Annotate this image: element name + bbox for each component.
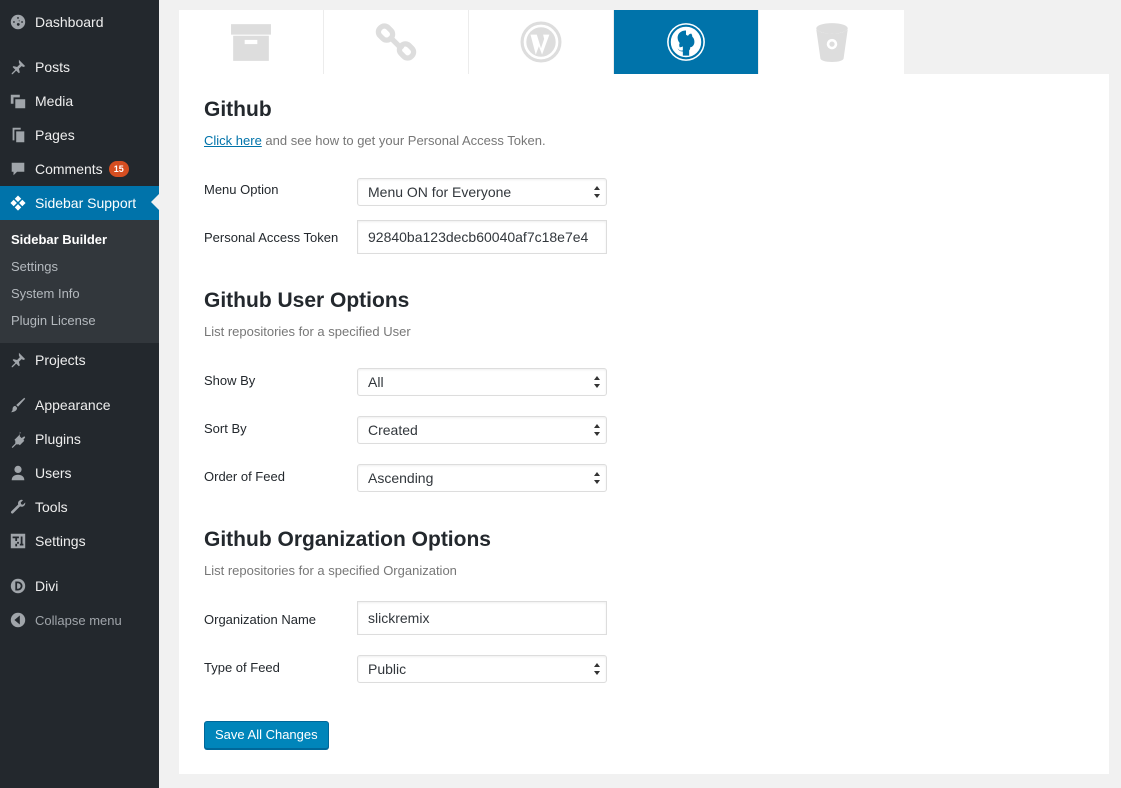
save-all-changes-button[interactable]: Save All Changes	[204, 721, 329, 749]
menu-divi[interactable]: Divi	[0, 569, 159, 603]
menu-label: Settings	[35, 533, 86, 549]
pin-icon	[8, 350, 28, 370]
collapse-arrow-icon	[8, 610, 28, 630]
org-options-desc: List repositories for a specified Organi…	[204, 563, 457, 578]
token-help-text: Click here and see how to get your Perso…	[204, 133, 546, 148]
menu-projects[interactable]: Projects	[0, 343, 159, 377]
select-arrows-icon	[594, 472, 600, 484]
submenu-sidebar-builder[interactable]: Sidebar Builder	[0, 229, 159, 256]
divi-icon	[8, 576, 28, 596]
menu-appearance[interactable]: Appearance	[0, 388, 159, 422]
type-of-feed-select[interactable]: Public	[357, 655, 607, 683]
tab-wordpress[interactable]	[469, 10, 614, 74]
click-here-link[interactable]: Click here	[204, 133, 262, 148]
sidebar-support-icon	[8, 193, 28, 213]
user-options-desc: List repositories for a specified User	[204, 324, 411, 339]
personal-access-token-input[interactable]: 92840ba123decb60040af7c18e7e4	[357, 220, 607, 254]
select-value: Public	[368, 661, 407, 677]
tab-github[interactable]	[614, 10, 759, 74]
select-value: Created	[368, 422, 418, 438]
sort-by-select[interactable]: Created	[357, 416, 607, 444]
comment-count-badge: 15	[108, 161, 129, 177]
admin-sidebar: Dashboard Posts Media Pages Comments 15 …	[0, 0, 159, 788]
settings-icon	[8, 531, 28, 551]
menu-label: Pages	[35, 127, 75, 143]
menu-label: Divi	[35, 578, 59, 594]
menu-label: Comments	[35, 161, 103, 177]
comment-icon	[8, 159, 28, 179]
org-name-label: Organization Name	[204, 612, 316, 627]
pin-icon	[8, 57, 28, 77]
page-title: Github	[204, 98, 272, 121]
menu-label: Appearance	[35, 397, 111, 413]
select-arrows-icon	[594, 376, 600, 388]
submenu-plugin-license[interactable]: Plugin License	[0, 310, 159, 337]
select-arrows-icon	[594, 186, 600, 198]
menu-option-select[interactable]: Menu ON for Everyone	[357, 178, 607, 206]
select-arrows-icon	[594, 663, 600, 675]
submenu-settings[interactable]: Settings	[0, 256, 159, 283]
dashboard-icon	[8, 12, 28, 32]
menu-label: Dashboard	[35, 14, 104, 30]
menu-label: Users	[35, 465, 72, 481]
user-options-title: Github User Options	[204, 289, 410, 312]
select-value: All	[368, 374, 384, 390]
feed-type-tabs	[179, 10, 906, 74]
order-of-feed-select[interactable]: Ascending	[357, 464, 607, 492]
menu-option-label: Menu Option	[204, 182, 279, 197]
menu-plugins[interactable]: Plugins	[0, 422, 159, 456]
show-by-select[interactable]: All	[357, 368, 607, 396]
menu-pages[interactable]: Pages	[0, 118, 159, 152]
plug-icon	[8, 429, 28, 449]
menu-label: Tools	[35, 499, 68, 515]
wordpress-icon	[520, 21, 562, 63]
menu-users[interactable]: Users	[0, 456, 159, 490]
show-by-label: Show By	[204, 373, 256, 388]
org-options-title: Github Organization Options	[204, 528, 491, 551]
collapse-menu-button[interactable]: Collapse menu	[0, 603, 159, 637]
menu-label: Posts	[35, 59, 71, 75]
type-of-feed-label: Type of Feed	[204, 660, 280, 675]
tab-archive[interactable]	[179, 10, 324, 74]
collapse-label: Collapse menu	[35, 612, 122, 628]
select-value: Ascending	[368, 470, 434, 486]
menu-posts[interactable]: Posts	[0, 50, 159, 84]
menu-sidebar-support[interactable]: Sidebar Support	[0, 186, 159, 220]
menu-dashboard[interactable]: Dashboard	[0, 5, 159, 39]
menu-label: Sidebar Support	[35, 195, 137, 211]
submenu: Sidebar Builder Settings System Info Plu…	[0, 220, 159, 343]
pages-icon	[8, 125, 28, 145]
select-value: Menu ON for Everyone	[368, 184, 512, 200]
token-help-suffix: and see how to get your Personal Access …	[261, 133, 546, 148]
wrench-icon	[8, 497, 28, 517]
menu-media[interactable]: Media	[0, 84, 159, 118]
brush-icon	[8, 395, 28, 415]
select-arrows-icon	[594, 424, 600, 436]
tab-link[interactable]	[324, 10, 469, 74]
menu-label: Plugins	[35, 431, 81, 447]
menu-label: Media	[35, 93, 74, 109]
github-icon	[667, 23, 705, 61]
token-label: Personal Access Token	[204, 230, 339, 245]
menu-label: Projects	[35, 352, 86, 368]
menu-comments[interactable]: Comments 15	[0, 152, 159, 186]
link-icon	[375, 23, 417, 61]
sort-by-label: Sort By	[204, 421, 247, 436]
menu-settings[interactable]: Settings	[0, 524, 159, 558]
archive-box-icon	[231, 24, 271, 61]
bucket-icon	[815, 23, 848, 62]
submenu-system-info[interactable]: System Info	[0, 283, 159, 310]
organization-name-input[interactable]: slickremix	[357, 601, 607, 635]
tab-bucket[interactable]	[759, 10, 904, 74]
menu-tools[interactable]: Tools	[0, 490, 159, 524]
user-icon	[8, 463, 28, 483]
order-of-feed-label: Order of Feed	[204, 469, 285, 484]
github-settings-panel: Github Click here and see how to get you…	[179, 74, 1109, 774]
media-icon	[8, 91, 28, 111]
